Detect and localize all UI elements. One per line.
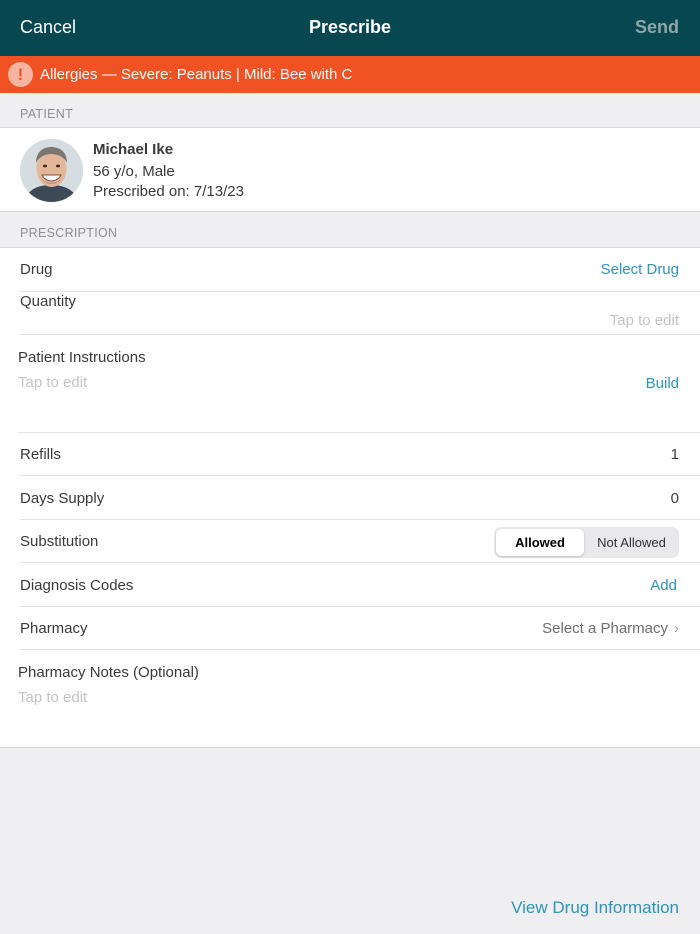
page-title: Prescribe <box>308 17 392 37</box>
diagnosis-label: Diagnosis Codes <box>20 577 134 594</box>
drug-row[interactable]: Drug Select Drug <box>20 248 700 292</box>
allergy-banner[interactable]: ! Allergies — Severe: Peanuts | Mild: Be… <box>0 56 700 93</box>
prescription-section-header: PRESCRIPTION <box>20 226 118 240</box>
substitution-row: Substitution Allowed Not Allowed <box>20 520 700 563</box>
diagnosis-codes-row[interactable]: Diagnosis Codes Add <box>20 563 700 607</box>
cancel-button[interactable]: Cancel <box>20 17 76 38</box>
chevron-right-icon: › <box>674 620 679 637</box>
refills-label: Refills <box>20 446 61 463</box>
allergy-text: Allergies — Severe: Peanuts | Mild: Bee … <box>40 66 353 83</box>
substitution-segmented-control[interactable]: Allowed Not Allowed <box>494 527 679 558</box>
drug-label: Drug <box>20 261 53 278</box>
patient-age-sex: 56 y/o, Male <box>93 163 175 180</box>
pharmacy-notes-field[interactable]: Tap to edit <box>18 689 87 706</box>
view-drug-information-link[interactable]: View Drug Information <box>511 898 679 918</box>
refills-value[interactable]: 1 <box>671 446 679 463</box>
instructions-field[interactable]: Tap to edit <box>18 374 87 391</box>
quantity-row[interactable]: Quantity Tap to edit <box>20 292 700 335</box>
add-diagnosis-button[interactable]: Add <box>650 577 677 594</box>
patient-avatar <box>20 139 83 202</box>
allowed-option[interactable]: Allowed <box>496 529 584 556</box>
alert-icon: ! <box>8 62 33 87</box>
nav-bar: Cancel Prescribe Send <box>0 0 700 56</box>
select-pharmacy-text: Select a Pharmacy <box>542 620 668 637</box>
patient-instructions-row[interactable]: Patient Instructions Tap to edit Build <box>18 335 700 433</box>
substitution-label: Substitution <box>20 533 99 550</box>
pharmacy-notes-row[interactable]: Pharmacy Notes (Optional) Tap to edit <box>18 650 700 748</box>
quantity-label: Quantity <box>20 293 76 310</box>
prescription-card: Drug Select Drug Quantity Tap to edit Pa… <box>0 247 700 748</box>
prescribed-date: Prescribed on: 7/13/23 <box>93 183 244 200</box>
pharmacy-label: Pharmacy <box>20 620 88 637</box>
instructions-label: Patient Instructions <box>18 349 146 366</box>
patient-section-header: PATIENT <box>20 107 74 121</box>
days-supply-value[interactable]: 0 <box>671 490 679 507</box>
days-supply-label: Days Supply <box>20 490 105 507</box>
send-button[interactable]: Send <box>635 17 679 38</box>
select-pharmacy-link[interactable]: Select a Pharmacy › <box>542 620 679 637</box>
patient-name: Michael Ike <box>93 141 174 158</box>
select-drug-link[interactable]: Select Drug <box>601 261 679 278</box>
patient-card: Michael Ike 56 y/o, Male Prescribed on: … <box>0 127 700 212</box>
build-button[interactable]: Build <box>646 375 679 392</box>
pharmacy-row[interactable]: Pharmacy Select a Pharmacy › <box>20 607 700 650</box>
pharmacy-notes-label: Pharmacy Notes (Optional) <box>18 664 199 681</box>
not-allowed-option[interactable]: Not Allowed <box>584 529 679 556</box>
refills-row[interactable]: Refills 1 <box>20 433 700 476</box>
quantity-field[interactable]: Tap to edit <box>610 312 679 329</box>
days-supply-row[interactable]: Days Supply 0 <box>20 476 700 520</box>
